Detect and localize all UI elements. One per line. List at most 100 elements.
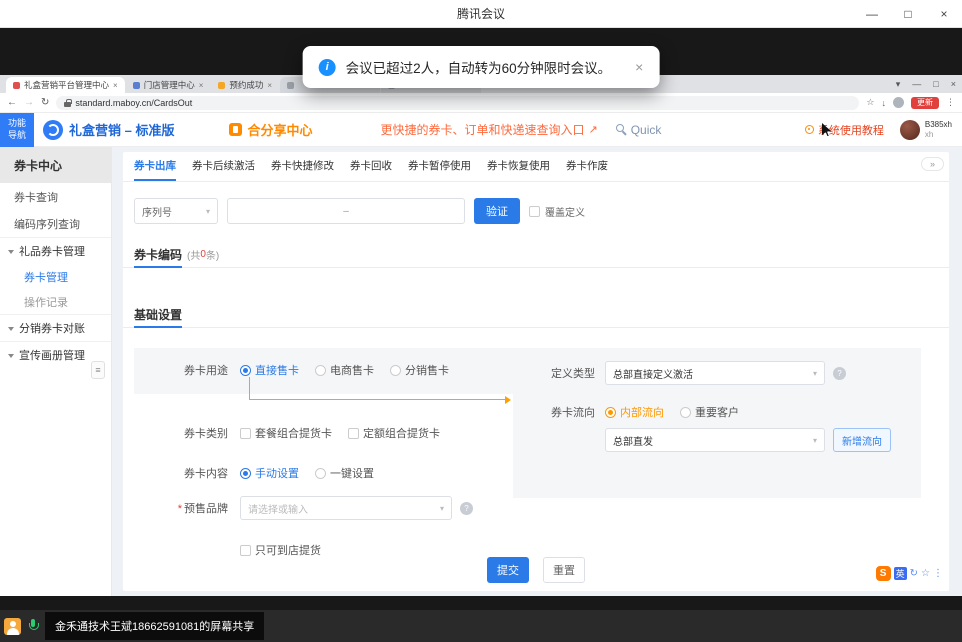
- content-option-onekey[interactable]: 一键设置: [315, 465, 374, 481]
- browser-tab-1[interactable]: 礼盒营销平台管理中心 ×: [6, 77, 125, 93]
- tab-close-icon[interactable]: ×: [113, 81, 118, 90]
- info-icon[interactable]: ?: [460, 502, 473, 515]
- submit-button[interactable]: 提交: [487, 557, 529, 583]
- browser-menu-icon[interactable]: ⋮: [946, 97, 955, 108]
- tab-card-outbound[interactable]: 券卡出库: [134, 152, 176, 181]
- external-link-icon: ↗: [589, 123, 598, 136]
- nav-toggle-button[interactable]: 功能 导航: [0, 113, 34, 147]
- toast-close-icon[interactable]: ×: [635, 59, 643, 75]
- sidebar-item-operation-log[interactable]: 操作记录: [0, 289, 111, 314]
- back-icon[interactable]: ←: [7, 97, 17, 108]
- browser-window-controls: ▾ — □ ×: [896, 75, 956, 93]
- sidebar-group-distribution-recon[interactable]: 分销券卡对账: [0, 314, 111, 341]
- browser-update-button[interactable]: 更新: [911, 97, 939, 109]
- presale-brand-select[interactable]: 请选择或输入 ▾: [240, 496, 452, 520]
- serial-range-input[interactable]: –: [227, 198, 465, 224]
- sidebar-item-code-serial-query[interactable]: 编码序列查询: [0, 210, 111, 237]
- extension-star-icon[interactable]: ☆: [921, 569, 930, 579]
- close-button[interactable]: ×: [926, 0, 962, 27]
- store-only-option[interactable]: 只可到店提货: [240, 542, 321, 558]
- minimize-button[interactable]: —: [854, 0, 890, 27]
- verify-button[interactable]: 验证: [474, 198, 520, 224]
- radio-icon[interactable]: [315, 365, 326, 376]
- brand-placeholder: 请选择或输入: [248, 501, 308, 516]
- definition-type-label: 定义类型: [533, 365, 595, 381]
- tab-list-icon[interactable]: ▾: [896, 79, 901, 90]
- nav-toggle-line1: 功能: [8, 118, 26, 129]
- tab-card-suspend[interactable]: 券卡暂停使用: [408, 152, 471, 181]
- extension-s-icon[interactable]: S: [876, 566, 891, 581]
- nav-toggle-line2: 导航: [8, 130, 26, 141]
- reload-icon[interactable]: ↻: [41, 97, 49, 108]
- sidebar-group-gift-card-mgmt[interactable]: 礼品券卡管理: [0, 237, 111, 264]
- bookmark-star-icon[interactable]: ☆: [866, 97, 874, 108]
- meeting-title: 腾讯会议: [0, 5, 962, 22]
- quick-search[interactable]: Quick: [616, 123, 662, 137]
- radio-selected-icon[interactable]: [240, 365, 251, 376]
- tab-card-quick-edit[interactable]: 券卡快捷修改: [271, 152, 334, 181]
- card-flow-label: 券卡流向: [533, 404, 595, 420]
- maximize-button[interactable]: □: [890, 0, 926, 27]
- checkbox-icon[interactable]: [240, 428, 251, 439]
- browser-tab-3[interactable]: 预约成功 ×: [211, 77, 279, 93]
- usage-option-distribution[interactable]: 分销售卡: [390, 362, 449, 378]
- add-flow-button[interactable]: 新增流向: [833, 428, 891, 452]
- serial-type-select[interactable]: 序列号 ▾: [134, 198, 218, 224]
- extension-translate-icon[interactable]: 英: [894, 567, 907, 580]
- flow-select[interactable]: 总部直发 ▾: [605, 428, 825, 452]
- definition-type-select[interactable]: 总部直接定义激活 ▾: [605, 361, 825, 385]
- share-center-link[interactable]: 合分享中心: [229, 120, 312, 139]
- definition-type-value: 总部直接定义激活: [613, 366, 693, 381]
- extension-reload-icon[interactable]: ↻: [910, 569, 918, 579]
- tab-close-icon[interactable]: ×: [267, 81, 272, 90]
- browser-close-button[interactable]: ×: [951, 79, 956, 89]
- radio-selected-icon[interactable]: [240, 468, 251, 479]
- usage-option-direct[interactable]: 直接售卡: [240, 362, 299, 378]
- microphone-icon[interactable]: [28, 619, 38, 633]
- reset-button[interactable]: 重置: [543, 557, 585, 583]
- content-option-manual[interactable]: 手动设置: [240, 465, 299, 481]
- tab-close-icon[interactable]: ×: [199, 81, 204, 90]
- radio-selected-icon[interactable]: [605, 407, 616, 418]
- expand-panel-button[interactable]: »: [921, 157, 944, 171]
- codes-count-prefix: (共: [187, 247, 200, 262]
- usage-option-ecommerce[interactable]: 电商售卡: [315, 362, 374, 378]
- forward-icon[interactable]: →: [24, 97, 34, 108]
- chevron-down-icon: ▾: [206, 207, 210, 216]
- browser-maximize-button[interactable]: □: [933, 79, 938, 89]
- browser-tab-2[interactable]: 门店管理中心 ×: [126, 77, 211, 93]
- codes-section-head: 券卡编码 (共 0 条): [123, 242, 949, 268]
- category-option-fixed[interactable]: 定额组合提货卡: [348, 425, 440, 441]
- radio-icon[interactable]: [680, 407, 691, 418]
- radio-icon[interactable]: [390, 365, 401, 376]
- browser-minimize-button[interactable]: —: [912, 79, 921, 89]
- quick-entry-link[interactable]: 更快捷的券卡、订单和快递速查询入口 ↗: [380, 121, 597, 138]
- tab-card-followup-activate[interactable]: 券卡后续激活: [192, 152, 255, 181]
- serial-filter-row: 序列号 ▾ – 验证 覆盖定义: [123, 182, 949, 240]
- extension-menu-icon[interactable]: ⋮: [933, 569, 943, 579]
- radio-icon[interactable]: [315, 468, 326, 479]
- override-checkbox[interactable]: [529, 206, 540, 217]
- tab-card-restore[interactable]: 券卡恢复使用: [487, 152, 550, 181]
- tutorial-link[interactable]: 系统使用教程: [805, 122, 884, 138]
- checkbox-icon[interactable]: [240, 545, 251, 556]
- sidebar-collapse-handle[interactable]: ≡: [91, 361, 105, 379]
- sidebar-item-card-mgmt[interactable]: 券卡管理: [0, 264, 111, 289]
- info-icon[interactable]: ?: [833, 367, 846, 380]
- user-avatar[interactable]: [900, 120, 920, 140]
- browser-profile-icon[interactable]: [893, 97, 904, 108]
- sidebar-item-card-query[interactable]: 券卡查询: [0, 183, 111, 210]
- triangle-icon: [8, 354, 14, 358]
- flow-option-vip[interactable]: 重要客户: [680, 404, 739, 420]
- meeting-titlebar: 腾讯会议 — □ ×: [0, 0, 962, 28]
- category-option-combo[interactable]: 套餐组合提货卡: [240, 425, 332, 441]
- download-icon[interactable]: ↓: [882, 98, 887, 108]
- basic-section-title: 基础设置: [134, 302, 182, 328]
- tab-card-void[interactable]: 券卡作废: [566, 152, 608, 181]
- checkbox-icon[interactable]: [348, 428, 359, 439]
- tab-card-recycle[interactable]: 券卡回收: [350, 152, 392, 181]
- brand-title: 礼盒营销 – 标准版: [69, 120, 174, 139]
- address-bar[interactable]: standard.maboy.cn/CardsOut: [56, 96, 859, 110]
- flow-option-internal[interactable]: 内部流向: [605, 404, 664, 420]
- user-name: B385xh: [925, 120, 952, 130]
